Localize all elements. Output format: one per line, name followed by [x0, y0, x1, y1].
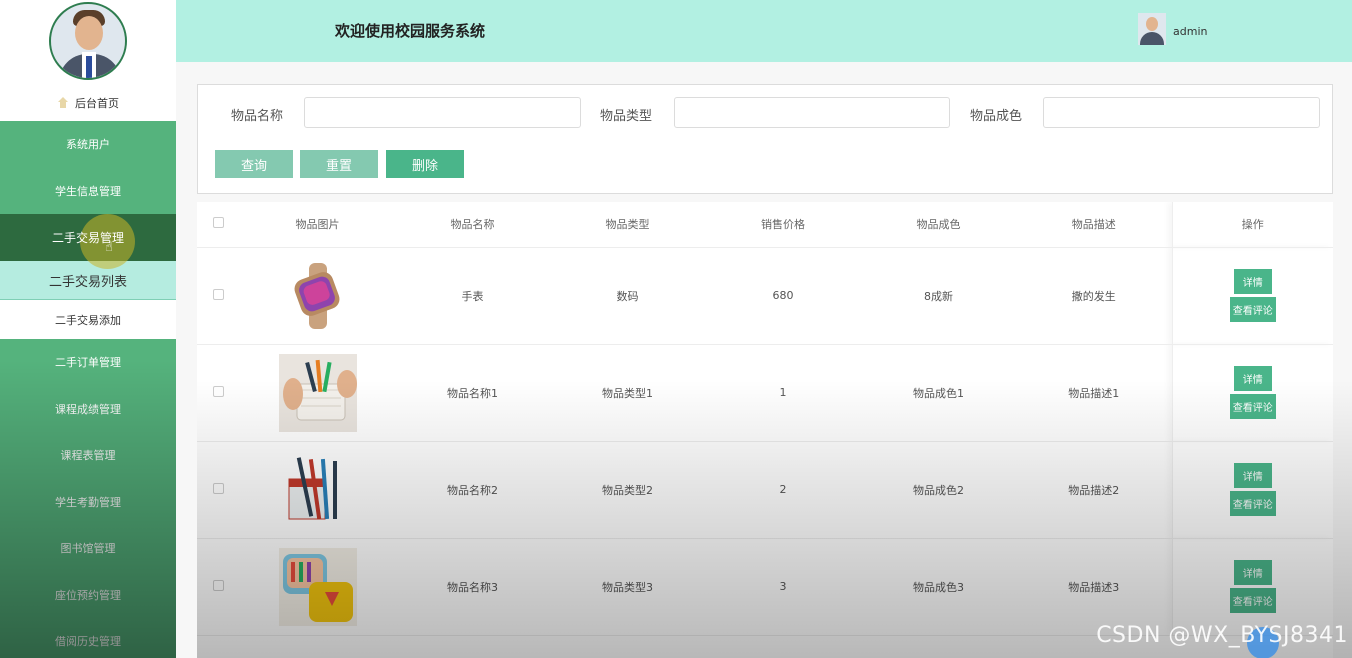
item-desc-cell: 物品描述3: [1016, 538, 1172, 636]
item-type-cell: 物品类型2: [550, 441, 705, 539]
item-type-label: 物品类型: [600, 109, 653, 124]
detail-button[interactable]: 详情: [1233, 269, 1272, 294]
col-header-name: 物品名称: [395, 202, 550, 248]
col-header-condition: 物品成色: [861, 202, 1016, 248]
page-title: 欢迎使用校园服务系统: [335, 22, 486, 40]
items-table-container: 物品图片 物品名称 物品类型 销售价格 物品成色 物品描述 操作 手表 数码 6…: [197, 202, 1333, 658]
item-image-pencil-case: [278, 353, 357, 432]
sidebar-item-label: 二手交易管理: [51, 231, 124, 245]
watermark: CSDN @WX_BYSJ8341: [1096, 623, 1348, 648]
row-checkbox[interactable]: [213, 385, 224, 397]
top-header: 欢迎使用校园服务系统 admin: [176, 0, 1352, 62]
sidebar-item-system-users[interactable]: 系统用户: [0, 121, 176, 168]
table-row: 物品名称2 物品类型2 2 物品成色2 物品描述2 详情 查看评论: [197, 441, 1333, 539]
col-header-desc: 物品描述: [1016, 202, 1172, 248]
sidebar-menu: 系统用户 学生信息管理 二手交易管理 ☝ 二手交易列表 二手交易添加 二手订单管…: [0, 121, 176, 658]
row-checkbox[interactable]: [213, 482, 224, 494]
delete-button[interactable]: 删除: [386, 150, 464, 178]
sidebar: 后台首页 系统用户 学生信息管理 二手交易管理 ☝ 二手交易列表 二手交易添加 …: [0, 0, 176, 658]
sidebar-item-secondhand-trade[interactable]: 二手交易管理 ☝: [0, 214, 176, 269]
item-name-cell: 物品名称2: [395, 441, 550, 539]
col-header-price: 销售价格: [705, 202, 861, 248]
sidebar-item-student-info[interactable]: 学生信息管理: [0, 167, 176, 214]
col-header-type: 物品类型: [550, 202, 705, 248]
item-condition-cell: 物品成色1: [861, 344, 1016, 442]
item-name-cell: 物品名称3: [395, 538, 550, 636]
view-comments-button[interactable]: 查看评论: [1229, 588, 1276, 613]
item-image-pens: [279, 451, 357, 529]
item-desc-cell: 撒的发生: [1016, 247, 1172, 345]
home-icon: [57, 97, 69, 109]
view-comments-button[interactable]: 查看评论: [1229, 297, 1276, 322]
item-name-cell: 手表: [395, 247, 550, 345]
search-panel: 物品名称 物品类型 物品成色 查询 重置 删除: [197, 84, 1333, 194]
sidebar-item-seat-booking[interactable]: 座位预约管理: [0, 571, 176, 618]
table-header-row: 物品图片 物品名称 物品类型 销售价格 物品成色 物品描述 操作: [197, 202, 1333, 248]
reset-button[interactable]: 重置: [300, 150, 378, 178]
item-image-stationery-bag: [278, 547, 357, 626]
select-all-checkbox[interactable]: [213, 217, 224, 229]
item-price-cell: 3: [705, 538, 861, 636]
item-type-cell: 物品类型1: [550, 344, 705, 442]
detail-button[interactable]: 详情: [1233, 366, 1272, 391]
hand-cursor-icon: ☝: [105, 240, 113, 255]
item-type-cell: 数码: [550, 247, 705, 345]
item-condition-cell: 8成新: [861, 247, 1016, 345]
item-desc-cell: 物品描述2: [1016, 441, 1172, 539]
item-type-input[interactable]: [674, 97, 950, 128]
item-type-cell: 物品类型3: [550, 538, 705, 636]
item-condition-cell: 物品成色3: [861, 538, 1016, 636]
sidebar-subitem-trade-add[interactable]: 二手交易添加: [0, 300, 176, 339]
sidebar-item-library[interactable]: 图书馆管理: [0, 525, 176, 572]
home-label: 后台首页: [75, 97, 119, 110]
row-checkbox[interactable]: [213, 288, 224, 300]
sidebar-item-grades[interactable]: 课程成绩管理: [0, 385, 176, 432]
row-checkbox[interactable]: [213, 579, 224, 591]
items-table: 物品图片 物品名称 物品类型 销售价格 物品成色 物品描述 操作 手表 数码 6…: [197, 202, 1333, 636]
query-button[interactable]: 查询: [215, 150, 293, 178]
view-comments-button[interactable]: 查看评论: [1229, 491, 1276, 516]
item-desc-cell: 物品描述1: [1016, 344, 1172, 442]
avatar[interactable]: [49, 2, 127, 80]
item-condition-cell: 物品成色2: [861, 441, 1016, 539]
item-condition-input[interactable]: [1043, 97, 1320, 128]
sidebar-item-orders[interactable]: 二手订单管理: [0, 339, 176, 386]
home-link[interactable]: 后台首页: [0, 85, 176, 121]
detail-button[interactable]: 详情: [1233, 560, 1272, 585]
sidebar-item-attendance[interactable]: 学生考勤管理: [0, 478, 176, 525]
item-price-cell: 2: [705, 441, 861, 539]
item-name-cell: 物品名称1: [395, 344, 550, 442]
item-condition-label: 物品成色: [970, 109, 1023, 124]
user-name[interactable]: admin: [1173, 25, 1207, 38]
col-header-image: 物品图片: [240, 202, 395, 248]
table-row: 手表 数码 680 8成新 撒的发生 详情 查看评论: [197, 247, 1333, 345]
sidebar-item-borrow-history[interactable]: 借阅历史管理: [0, 618, 176, 658]
user-avatar[interactable]: [1138, 13, 1166, 45]
item-price-cell: 1: [705, 344, 861, 442]
table-row: 物品名称1 物品类型1 1 物品成色1 物品描述1 详情 查看评论: [197, 344, 1333, 442]
table-row: 物品名称3 物品类型3 3 物品成色3 物品描述3 详情 查看评论: [197, 538, 1333, 636]
item-name-label: 物品名称: [231, 109, 284, 124]
view-comments-button[interactable]: 查看评论: [1229, 394, 1276, 419]
col-header-actions: 操作: [1171, 202, 1333, 248]
sidebar-item-timetable[interactable]: 课程表管理: [0, 432, 176, 479]
sidebar-subitem-trade-list[interactable]: 二手交易列表: [0, 261, 176, 300]
detail-button[interactable]: 详情: [1233, 463, 1272, 488]
item-image-watch: [279, 257, 357, 335]
item-price-cell: 680: [705, 247, 861, 345]
item-name-input[interactable]: [304, 97, 581, 128]
